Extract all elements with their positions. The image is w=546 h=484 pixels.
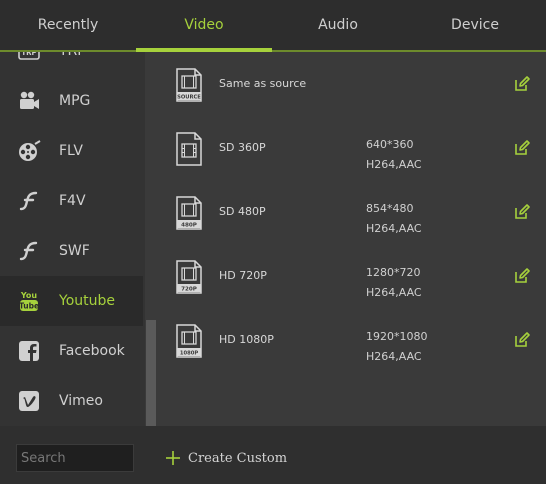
preset-resolution: 854*480 (366, 202, 414, 215)
svg-text:TRP: TRP (21, 52, 36, 57)
sidebar-item-label: Youtube (59, 293, 115, 309)
tab-audio[interactable]: Audio (272, 0, 404, 50)
edit-icon[interactable] (514, 332, 530, 348)
svg-text:Tube: Tube (19, 302, 39, 311)
sidebar-item-label: TRP (59, 52, 86, 76)
file-badge-text: 1080P (180, 350, 198, 356)
sidebar-item-mpg[interactable]: MPG (0, 76, 143, 126)
sidebar-item-label: F4V (59, 193, 86, 209)
sidebar-item-label: Vimeo (59, 393, 103, 409)
preset-row[interactable]: 480P SD 480P 854*480 H264,AAC (158, 180, 546, 244)
sidebar-item-flv[interactable]: FLV (0, 126, 143, 176)
video-file-icon: SOURCE (176, 68, 202, 102)
preset-row[interactable]: 1080P HD 1080P 1920*1080 H264,AAC (158, 308, 546, 372)
video-file-icon: 480P (176, 196, 202, 230)
tab-video[interactable]: Video (136, 0, 272, 50)
sidebar-item-label: SWF (59, 243, 90, 259)
flash-icon (19, 191, 38, 211)
sidebar-item-f4v[interactable]: F4V (0, 176, 143, 226)
edit-icon[interactable] (514, 76, 530, 92)
file-badge-text: 480P (181, 222, 197, 228)
tab-recently[interactable]: Recently (0, 0, 136, 50)
sidebar-item-youtube[interactable]: You Tube Youtube (0, 276, 143, 326)
facebook-icon (19, 341, 39, 361)
youtube-icon: You Tube (19, 291, 39, 311)
preset-resolution: 1280*720 (366, 266, 421, 279)
file-badge-text: SOURCE (177, 94, 201, 100)
sidebar-item-vimeo[interactable]: Vimeo (0, 376, 143, 426)
preset-row[interactable]: SOURCE Same as source (158, 52, 546, 116)
vimeo-icon (19, 391, 39, 411)
edit-icon[interactable] (514, 140, 530, 156)
bottom-bar: Create Custom (0, 426, 546, 484)
film-reel-icon (19, 140, 41, 161)
sidebar-item-label: FLV (59, 143, 83, 159)
preset-codec: H264,AAC (366, 350, 422, 363)
preset-name: SD 360P (219, 141, 266, 154)
preset-list: SOURCE Same as source SD 360P 640*360 H2… (158, 52, 546, 426)
sidebar-scrollbar-thumb[interactable] (146, 320, 156, 426)
preset-name: SD 480P (219, 205, 266, 218)
format-sidebar: TRP TRP MPG FLV F4V (0, 52, 158, 426)
sidebar-item-swf[interactable]: SWF (0, 226, 143, 276)
video-file-icon: 1080P (176, 324, 202, 358)
preset-row[interactable]: SD 360P 640*360 H264,AAC (158, 116, 546, 180)
video-file-icon (176, 132, 202, 166)
tab-bar: Recently Video Audio Device (0, 0, 546, 52)
video-file-icon: 720P (176, 260, 202, 294)
sidebar-item-label: MPG (59, 93, 91, 109)
flash-icon (19, 241, 38, 261)
preset-name: HD 720P (219, 269, 267, 282)
preset-codec: H264,AAC (366, 158, 422, 171)
preset-resolution: 640*360 (366, 138, 414, 151)
create-custom-label: Create Custom (188, 451, 288, 466)
sidebar-item-facebook[interactable]: Facebook (0, 326, 143, 376)
video-camera-icon (20, 91, 39, 109)
svg-text:You: You (20, 291, 38, 300)
preset-resolution: 1920*1080 (366, 330, 428, 343)
file-badge-text: 720P (181, 286, 197, 292)
tab-device[interactable]: Device (404, 0, 546, 50)
plus-icon (166, 451, 180, 465)
preset-codec: H264,AAC (366, 222, 422, 235)
edit-icon[interactable] (514, 204, 530, 220)
preset-name: HD 1080P (219, 333, 274, 346)
sidebar-item-label: Facebook (59, 343, 125, 359)
preset-codec: H264,AAC (366, 286, 422, 299)
sidebar-item-trp[interactable]: TRP TRP (0, 52, 143, 76)
edit-icon[interactable] (514, 268, 530, 284)
preset-name: Same as source (219, 77, 307, 90)
trp-icon: TRP (18, 52, 40, 60)
preset-row[interactable]: 720P HD 720P 1280*720 H264,AAC (158, 244, 546, 308)
search-input[interactable] (16, 444, 134, 472)
